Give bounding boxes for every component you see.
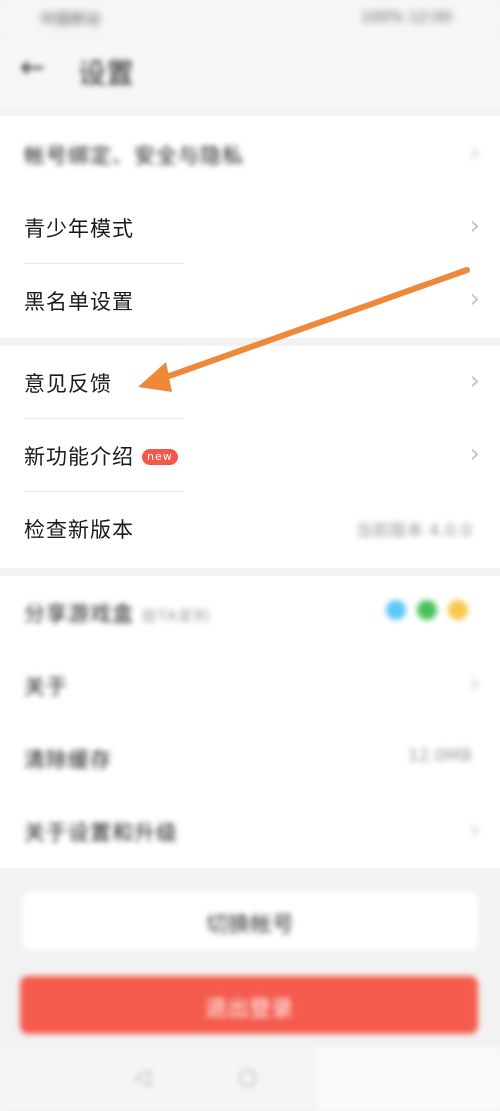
- arrow-shaft: [155, 267, 470, 383]
- arrow-head: [138, 362, 172, 392]
- annotation-arrow: [138, 267, 470, 392]
